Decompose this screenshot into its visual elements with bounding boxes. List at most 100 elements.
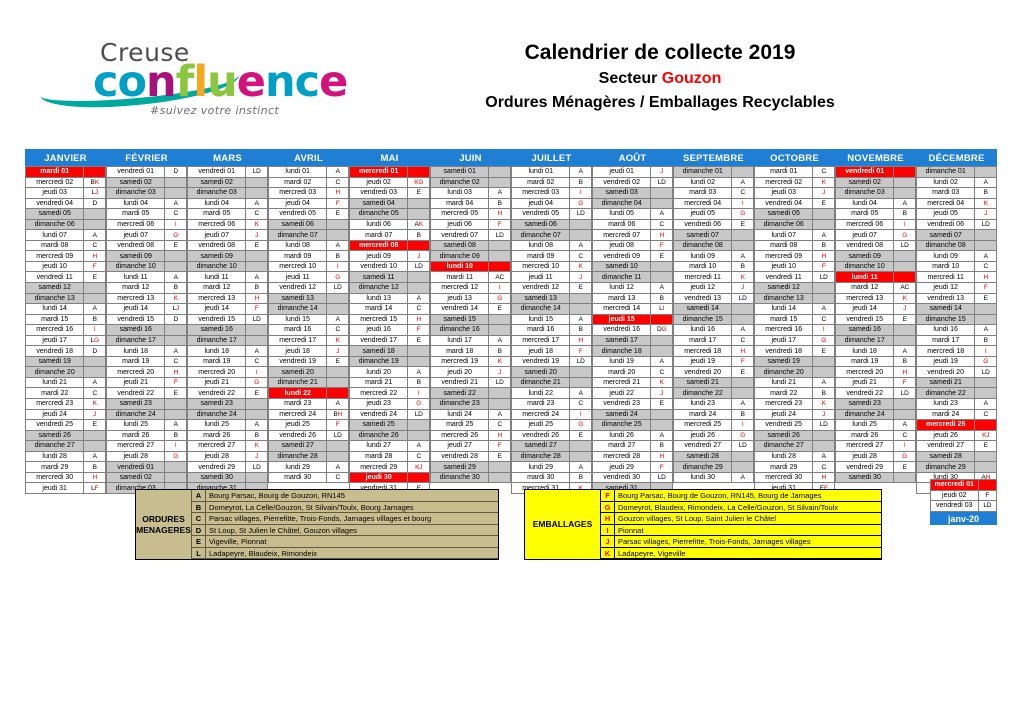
collection-code: E — [731, 218, 754, 231]
om-code: B — [173, 284, 178, 292]
calendar-day-row: samedi 17 — [591, 334, 673, 347]
collection-code: J — [893, 303, 916, 315]
day-label: mercredi 18 — [672, 345, 733, 357]
om-code: B — [254, 284, 259, 292]
collection-code — [164, 250, 187, 262]
calendar-day-row: dimanche 18 — [591, 345, 673, 357]
calendar-day-row: mercredi 24 BH — [267, 408, 349, 421]
om-code: A — [92, 453, 97, 461]
collection-code: A — [164, 271, 187, 283]
day-label: samedi 30 — [186, 471, 247, 484]
day-label: mercredi 06 — [105, 218, 166, 231]
calendar-day-row: lundi 27 A — [348, 440, 430, 452]
em-code: I — [822, 326, 825, 334]
jan20-collection-code: LD — [977, 500, 998, 512]
day-label: jeudi 18 — [267, 345, 328, 357]
om-code: A — [173, 347, 178, 355]
day-label: jeudi 28 — [186, 450, 247, 463]
om-code: A — [821, 231, 826, 239]
collection-code: LD — [407, 408, 430, 421]
collection-code — [893, 324, 916, 336]
collection-code — [812, 208, 835, 220]
calendar-day-row: dimanche 10 — [105, 260, 187, 273]
om-code: A — [902, 347, 907, 355]
em-code: F — [416, 326, 421, 334]
day-label: mardi 10 — [672, 260, 733, 273]
day-label: lundi 08 — [510, 239, 571, 252]
logo-letter-5: u — [207, 57, 238, 107]
om-code: B — [335, 252, 340, 260]
day-label: lundi 22 — [267, 387, 328, 400]
day-label: jeudi 26 — [672, 429, 733, 442]
calendar-day-row: samedi 02 — [834, 176, 916, 189]
om-code: A — [740, 178, 745, 186]
calendar-day-row: samedi 14 — [915, 303, 997, 315]
collection-code — [83, 292, 106, 305]
calendar-day-row: jeudi 13 G — [429, 292, 511, 305]
collection-code — [974, 313, 997, 326]
day-label: dimanche 14 — [267, 303, 328, 315]
day-label: mercredi 12 — [429, 282, 490, 294]
calendar-day-row: samedi 12 — [24, 282, 106, 294]
day-label: samedi 21 — [915, 376, 976, 389]
em-code: I — [579, 189, 582, 197]
collection-code — [83, 218, 106, 231]
calendar-day-row: jeudi 02 KG — [348, 176, 430, 189]
om-code: A — [740, 326, 745, 334]
om-code: AC — [900, 284, 910, 292]
day-label: vendredi 15 — [186, 313, 247, 326]
collection-code: C — [488, 419, 511, 431]
em-code: K — [92, 400, 97, 408]
collection-code: K — [731, 271, 754, 283]
calendar-day-row: dimanche 24 — [186, 408, 268, 421]
day-label: jeudi 07 — [186, 229, 247, 241]
om-code: B — [92, 463, 97, 471]
collection-code — [326, 218, 349, 231]
collection-code: LD — [974, 218, 997, 231]
day-label: mardi 23 — [510, 398, 571, 410]
om-code: A — [416, 368, 421, 376]
calendar-day-row: lundi 04 A — [834, 197, 916, 210]
calendar-day-row: dimanche 22 — [672, 387, 754, 400]
day-label: lundi 14 — [753, 303, 814, 315]
collection-code: A — [488, 408, 511, 421]
collection-code: H — [650, 229, 673, 241]
month-column-août: AOÛT jeudi 01 Jvendredi 02 LD samedi 03 diman… — [591, 149, 673, 494]
day-label: lundi 09 — [672, 250, 733, 262]
om-code: LD — [576, 358, 585, 366]
em-code: H — [659, 231, 664, 239]
collection-code: B — [893, 355, 916, 368]
calendar-day-row: mardi 24 B — [672, 408, 754, 421]
om-code: C — [740, 337, 745, 345]
calendar-day-row: mercredi 07 H — [591, 229, 673, 241]
collection-code: E — [488, 450, 511, 463]
collection-code: I — [731, 197, 754, 210]
collection-code: A — [731, 324, 754, 336]
calendar-day-row: jeudi 10 F — [753, 260, 835, 273]
day-label: samedi 24 — [591, 408, 652, 421]
om-code: D — [173, 168, 178, 176]
day-label: mardi 05 — [186, 208, 247, 220]
collection-code: E — [407, 334, 430, 347]
collection-code: I — [731, 419, 754, 431]
calendar-day-row: jeudi 21 F — [105, 376, 187, 389]
day-label: vendredi 19 — [510, 355, 571, 368]
day-label: mardi 08 — [24, 239, 85, 252]
collection-code — [812, 218, 835, 231]
em-code: G — [821, 337, 827, 345]
day-label: lundi 03 — [429, 187, 490, 199]
om-code: B — [254, 431, 259, 439]
legend-em-text: Bourg Parsac, Bourg de Gouzon, RN145, Bo… — [615, 490, 881, 502]
em-code: K — [497, 358, 502, 366]
calendar-day-row: dimanche 28 — [510, 450, 592, 463]
day-label: jeudi 18 — [510, 345, 571, 357]
om-code: A — [983, 326, 988, 334]
calendar-day-row: samedi 13 — [510, 292, 592, 305]
collection-code: A — [893, 197, 916, 210]
calendar-day-row: lundi 20 A — [348, 366, 430, 378]
om-code: A — [821, 305, 826, 313]
em-code: G — [335, 273, 341, 281]
month-days-table: jeudi 01 Jvendredi 02 LD samedi 03 dimanche … — [591, 166, 673, 494]
collection-code — [650, 334, 673, 347]
calendar-day-row: dimanche 06 — [753, 218, 835, 231]
